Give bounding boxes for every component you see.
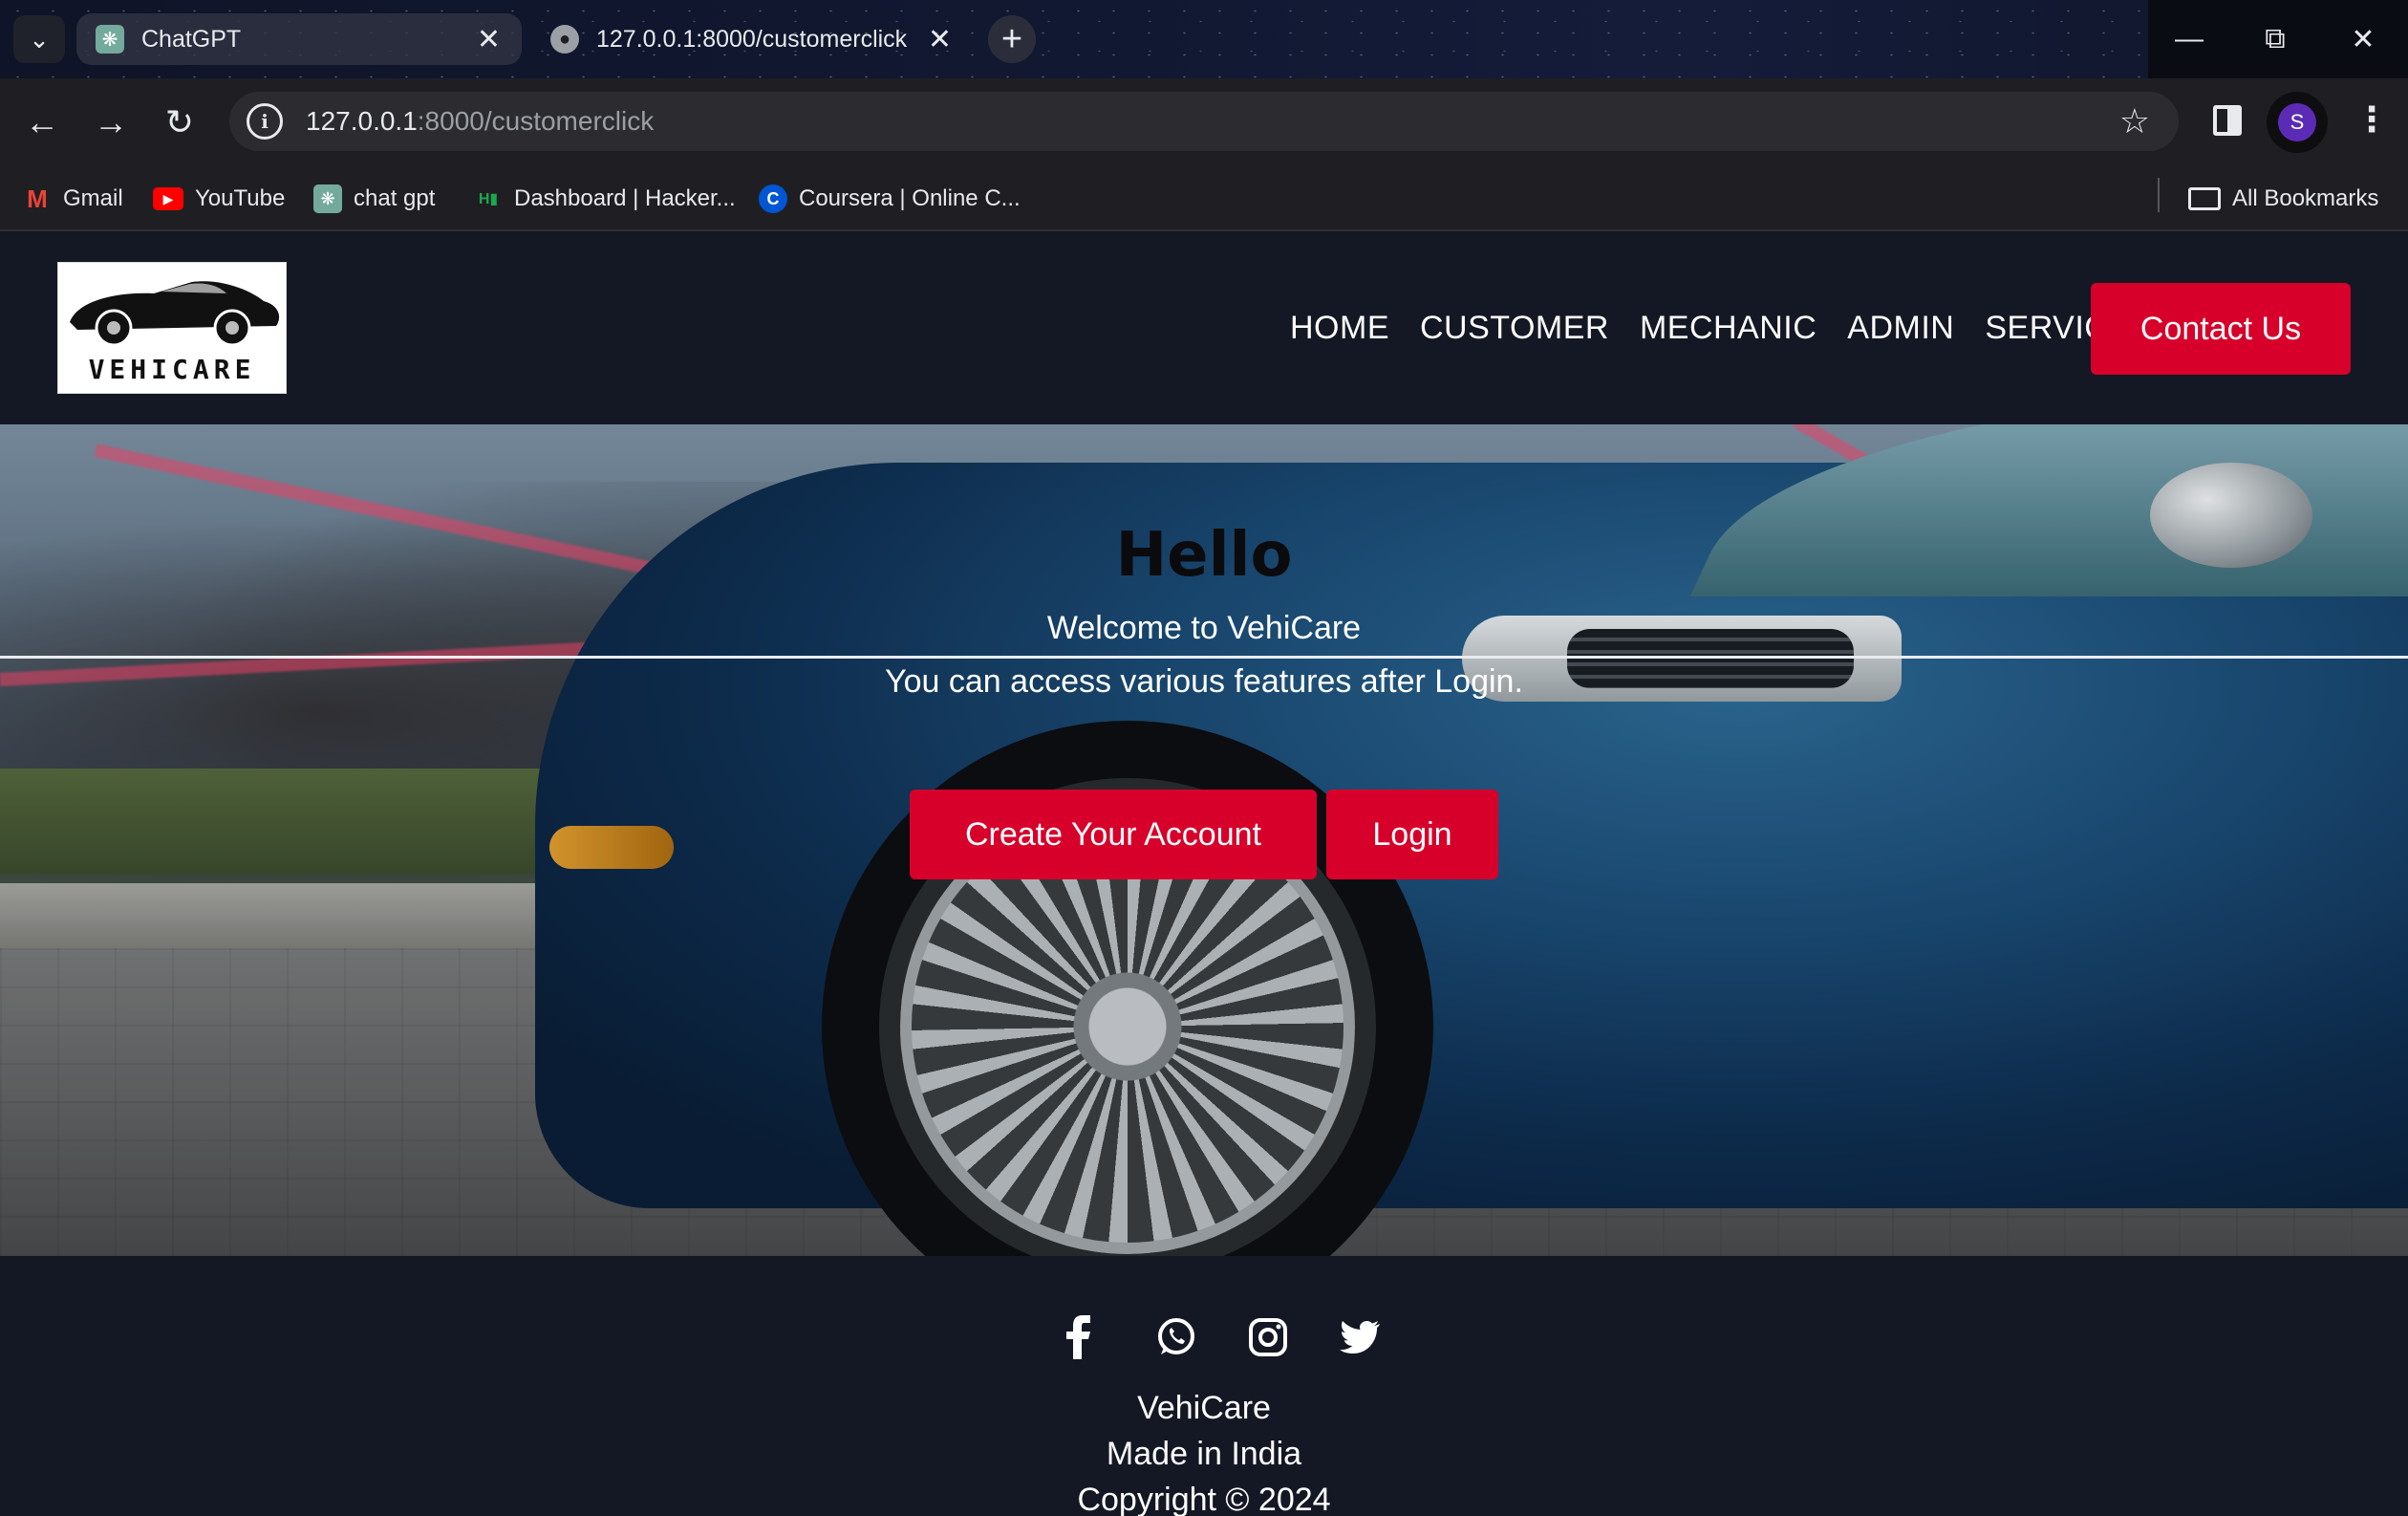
- hero-subtitle: Welcome to VehiCare: [1046, 610, 1362, 646]
- tab-chatgpt[interactable]: ❋ ChatGPT ✕: [76, 13, 522, 65]
- tab-title: ChatGPT: [141, 25, 242, 53]
- all-bookmarks-button[interactable]: All Bookmarks: [2188, 180, 2378, 218]
- coursera-icon: C: [759, 184, 787, 213]
- forward-icon[interactable]: →: [88, 99, 134, 145]
- bookmark-hackerrank[interactable]: H▮ Dashboard | Hacker...: [474, 180, 736, 218]
- hackerrank-icon: H▮: [478, 191, 499, 207]
- logo-wordmark: VEHICARE: [88, 354, 256, 385]
- hero-title: Hello: [1115, 520, 1293, 591]
- tab-search-button[interactable]: ⌄: [13, 15, 65, 63]
- bookmark-chat-gpt[interactable]: ❋ chat gpt: [313, 180, 435, 218]
- avatar: S: [2278, 103, 2316, 141]
- nav-home[interactable]: HOME: [1290, 310, 1389, 347]
- car-logo-icon: [70, 281, 280, 347]
- globe-icon: ●: [550, 25, 579, 54]
- url-text[interactable]: 127.0.0.1:8000/customerclick: [306, 106, 654, 137]
- login-button[interactable]: Login: [1326, 790, 1498, 879]
- twitter-icon[interactable]: [1336, 1313, 1384, 1361]
- instagram-icon[interactable]: [1244, 1313, 1292, 1361]
- footer-copyright: Copyright © 2024: [1077, 1482, 1331, 1516]
- nav-customer[interactable]: CUSTOMER: [1420, 310, 1609, 347]
- footer-made-in: Made in India: [1106, 1436, 1302, 1472]
- hero-section: Hello Welcome to VehiCare You can access…: [0, 424, 2408, 1256]
- gmail-icon: M: [27, 184, 48, 213]
- create-account-button[interactable]: Create Your Account: [910, 790, 1317, 879]
- chatgpt-icon: ❋: [313, 184, 342, 213]
- site-logo[interactable]: VEHICARE: [57, 262, 287, 394]
- facebook-icon[interactable]: [1055, 1313, 1103, 1361]
- folder-icon: [2188, 187, 2221, 210]
- bookmark-coursera[interactable]: C Coursera | Online C...: [759, 180, 1021, 218]
- hero-message: You can access various features after Lo…: [885, 663, 1523, 700]
- site-footer: VehiCare Made in India Copyright © 2024: [0, 1256, 2408, 1516]
- tab-strip: ⌄ ❋ ChatGPT ✕ ● 127.0.0.1:8000/customerc…: [0, 0, 2408, 78]
- main-menu: HOME CUSTOMER MECHANIC ADMIN SERVICES: [1290, 304, 2183, 352]
- address-bar[interactable]: i 127.0.0.1:8000/customerclick ☆: [229, 92, 2179, 151]
- tab-title: 127.0.0.1:8000/customerclick: [596, 25, 908, 53]
- bookmark-gmail[interactable]: M Gmail: [23, 180, 123, 218]
- whatsapp-icon[interactable]: [1152, 1313, 1200, 1361]
- nav-mechanic[interactable]: MECHANIC: [1640, 310, 1817, 347]
- bookmark-star-icon[interactable]: ☆: [2119, 101, 2150, 141]
- bookmarks-bar: M Gmail ▶ YouTube ❋ chat gpt H▮ Dashboar…: [0, 164, 2408, 231]
- web-page: VEHICARE HOME CUSTOMER MECHANIC ADMIN SE…: [0, 231, 2408, 1516]
- nav-admin[interactable]: ADMIN: [1847, 310, 1954, 347]
- youtube-icon: ▶: [153, 187, 183, 210]
- site-navbar: VEHICARE HOME CUSTOMER MECHANIC ADMIN SE…: [0, 231, 2408, 424]
- close-window-icon[interactable]: ✕: [2320, 0, 2406, 78]
- minimize-icon[interactable]: —: [2146, 0, 2232, 78]
- bookmark-youtube[interactable]: ▶ YouTube: [153, 180, 285, 218]
- close-tab-icon[interactable]: ✕: [928, 23, 952, 56]
- contact-us-button[interactable]: Contact Us: [2091, 283, 2351, 375]
- hero-divider: [0, 656, 2408, 659]
- side-panel-icon[interactable]: [2213, 105, 2242, 136]
- bookmarks-divider: [2158, 178, 2160, 212]
- chatgpt-icon: ❋: [96, 25, 124, 54]
- browser-toolbar: ← → ↻ i 127.0.0.1:8000/customerclick ☆ S…: [0, 78, 2408, 164]
- browser-menu-icon[interactable]: ⋮: [2354, 99, 2389, 140]
- footer-brand: VehiCare: [1137, 1390, 1271, 1426]
- tab-customerclick[interactable]: ● 127.0.0.1:8000/customerclick ✕: [531, 10, 973, 69]
- back-icon[interactable]: ←: [19, 99, 65, 145]
- close-tab-icon[interactable]: ✕: [477, 23, 501, 56]
- profile-button[interactable]: S: [2267, 92, 2328, 153]
- new-tab-button[interactable]: +: [988, 15, 1036, 63]
- reload-icon[interactable]: ↻: [157, 99, 203, 145]
- restore-icon[interactable]: ⧉: [2232, 0, 2318, 78]
- site-info-icon[interactable]: i: [247, 103, 283, 140]
